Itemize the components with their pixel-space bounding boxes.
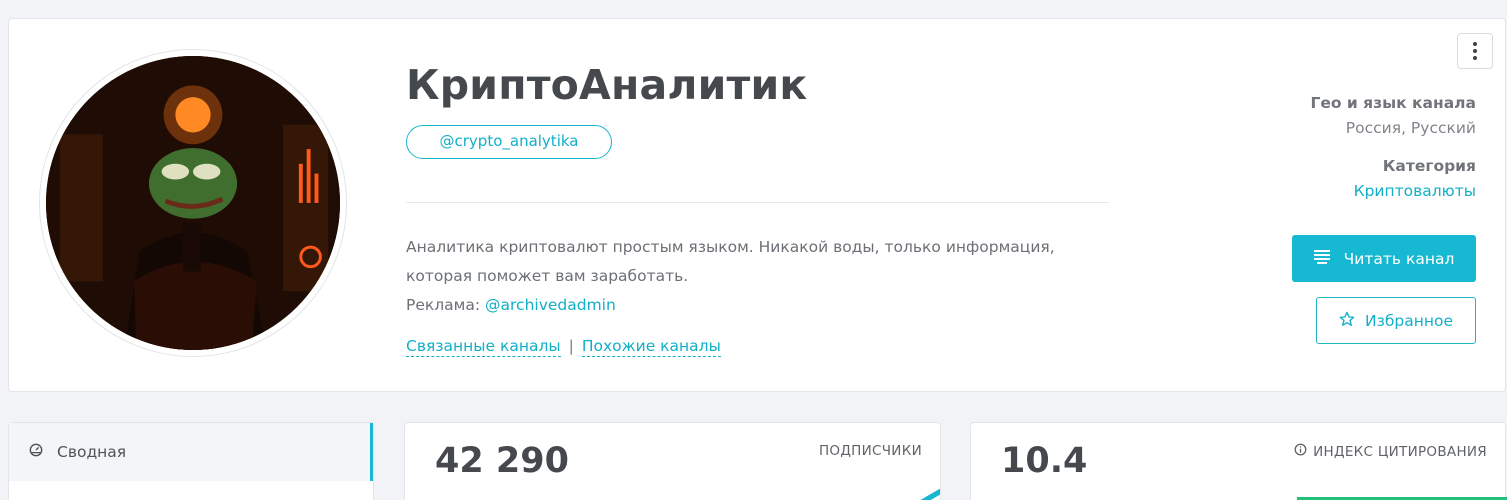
subscribers-chart-hint — [918, 488, 940, 500]
ads-line: Реклама: @archivedadmin — [406, 291, 1106, 320]
geo-heading: Гео и язык канала — [1310, 94, 1476, 112]
ads-contact-link[interactable]: @archivedadmin — [485, 296, 616, 314]
citation-label: ИНДЕКС ЦИТИРОВАНИЯ — [1313, 443, 1487, 460]
similar-channels-link[interactable]: Похожие каналы — [581, 337, 721, 357]
more-vertical-icon[interactable] — [1457, 33, 1493, 69]
avatar-image — [46, 56, 340, 350]
channel-handle-pill[interactable]: @crypto_analytika — [406, 125, 612, 159]
links-separator: | — [568, 337, 574, 355]
channel-avatar — [39, 49, 347, 357]
star-icon — [1339, 311, 1355, 331]
nav-item-summary[interactable]: Сводная — [9, 423, 373, 481]
subscribers-label: ПОДПИСЧИКИ — [818, 443, 922, 459]
list-icon — [1313, 249, 1330, 268]
channel-header-card: КриптоАналитик @crypto_analytika Аналити… — [8, 18, 1506, 392]
dashboard-icon — [29, 443, 43, 461]
read-channel-button[interactable]: Читать канал — [1292, 235, 1476, 282]
citation-value: 10.4 — [1001, 441, 1088, 481]
description-line-1: Аналитика криптовалют простым языком. Ни… — [406, 238, 1055, 256]
channel-description: Аналитика криптовалют простым языком. Ни… — [406, 233, 1106, 320]
read-channel-label: Читать канал — [1343, 249, 1455, 268]
description-line-2: которая поможет вам заработать. — [406, 267, 689, 285]
citation-label-group: ИНДЕКС ЦИТИРОВАНИЯ — [1294, 443, 1487, 460]
header-divider — [406, 202, 1109, 203]
nav-summary-label: Сводная — [57, 443, 127, 461]
category-value-link[interactable]: Криптовалюты — [1354, 182, 1476, 200]
favorite-label: Избранное — [1364, 311, 1454, 330]
stats-nav-card: Сводная — [8, 422, 374, 500]
info-icon[interactable] — [1294, 443, 1307, 460]
geo-value: Россия, Русский — [1345, 119, 1476, 137]
related-channels-link[interactable]: Связанные каналы — [406, 337, 561, 357]
avatar-illustration — [46, 56, 340, 350]
subscribers-card: 42 290 ПОДПИСЧИКИ — [404, 422, 941, 500]
citation-card: 10.4 ИНДЕКС ЦИТИРОВАНИЯ — [970, 422, 1507, 500]
channel-title: КриптоАналитик — [406, 61, 808, 109]
ads-label: Реклама: — [406, 296, 481, 314]
subscribers-value: 42 290 — [435, 441, 569, 481]
channel-links: Связанные каналы | Похожие каналы — [406, 337, 721, 357]
favorite-button[interactable]: Избранное — [1316, 297, 1476, 344]
category-heading: Категория — [1382, 157, 1476, 175]
